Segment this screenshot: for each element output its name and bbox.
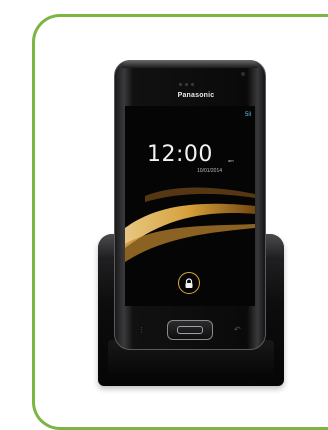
gold-swoosh-wallpaper — [125, 187, 255, 262]
handset-top-edge — [122, 60, 258, 68]
brand-logo: Panasonic — [177, 92, 215, 99]
lock-screen: 5il 12:00 am 10/01/2014 — [125, 106, 255, 306]
lock-icon — [178, 272, 200, 294]
cordless-phone-photo: Panasonic 5il 12:00 am 10/01/2014 ⋮ ↶ — [0, 0, 328, 423]
home-key-icon — [167, 320, 213, 340]
menu-key-icon: ⋮ — [138, 327, 145, 334]
earpiece-dots — [179, 73, 197, 86]
signal-icon: 5il — [244, 112, 251, 118]
proximity-sensor — [241, 72, 245, 76]
clock-date: 10/01/2014 — [197, 168, 223, 174]
clock-period: am — [228, 158, 234, 163]
clock-time: 12:00 — [147, 142, 213, 167]
back-key-icon: ↶ — [234, 325, 241, 334]
